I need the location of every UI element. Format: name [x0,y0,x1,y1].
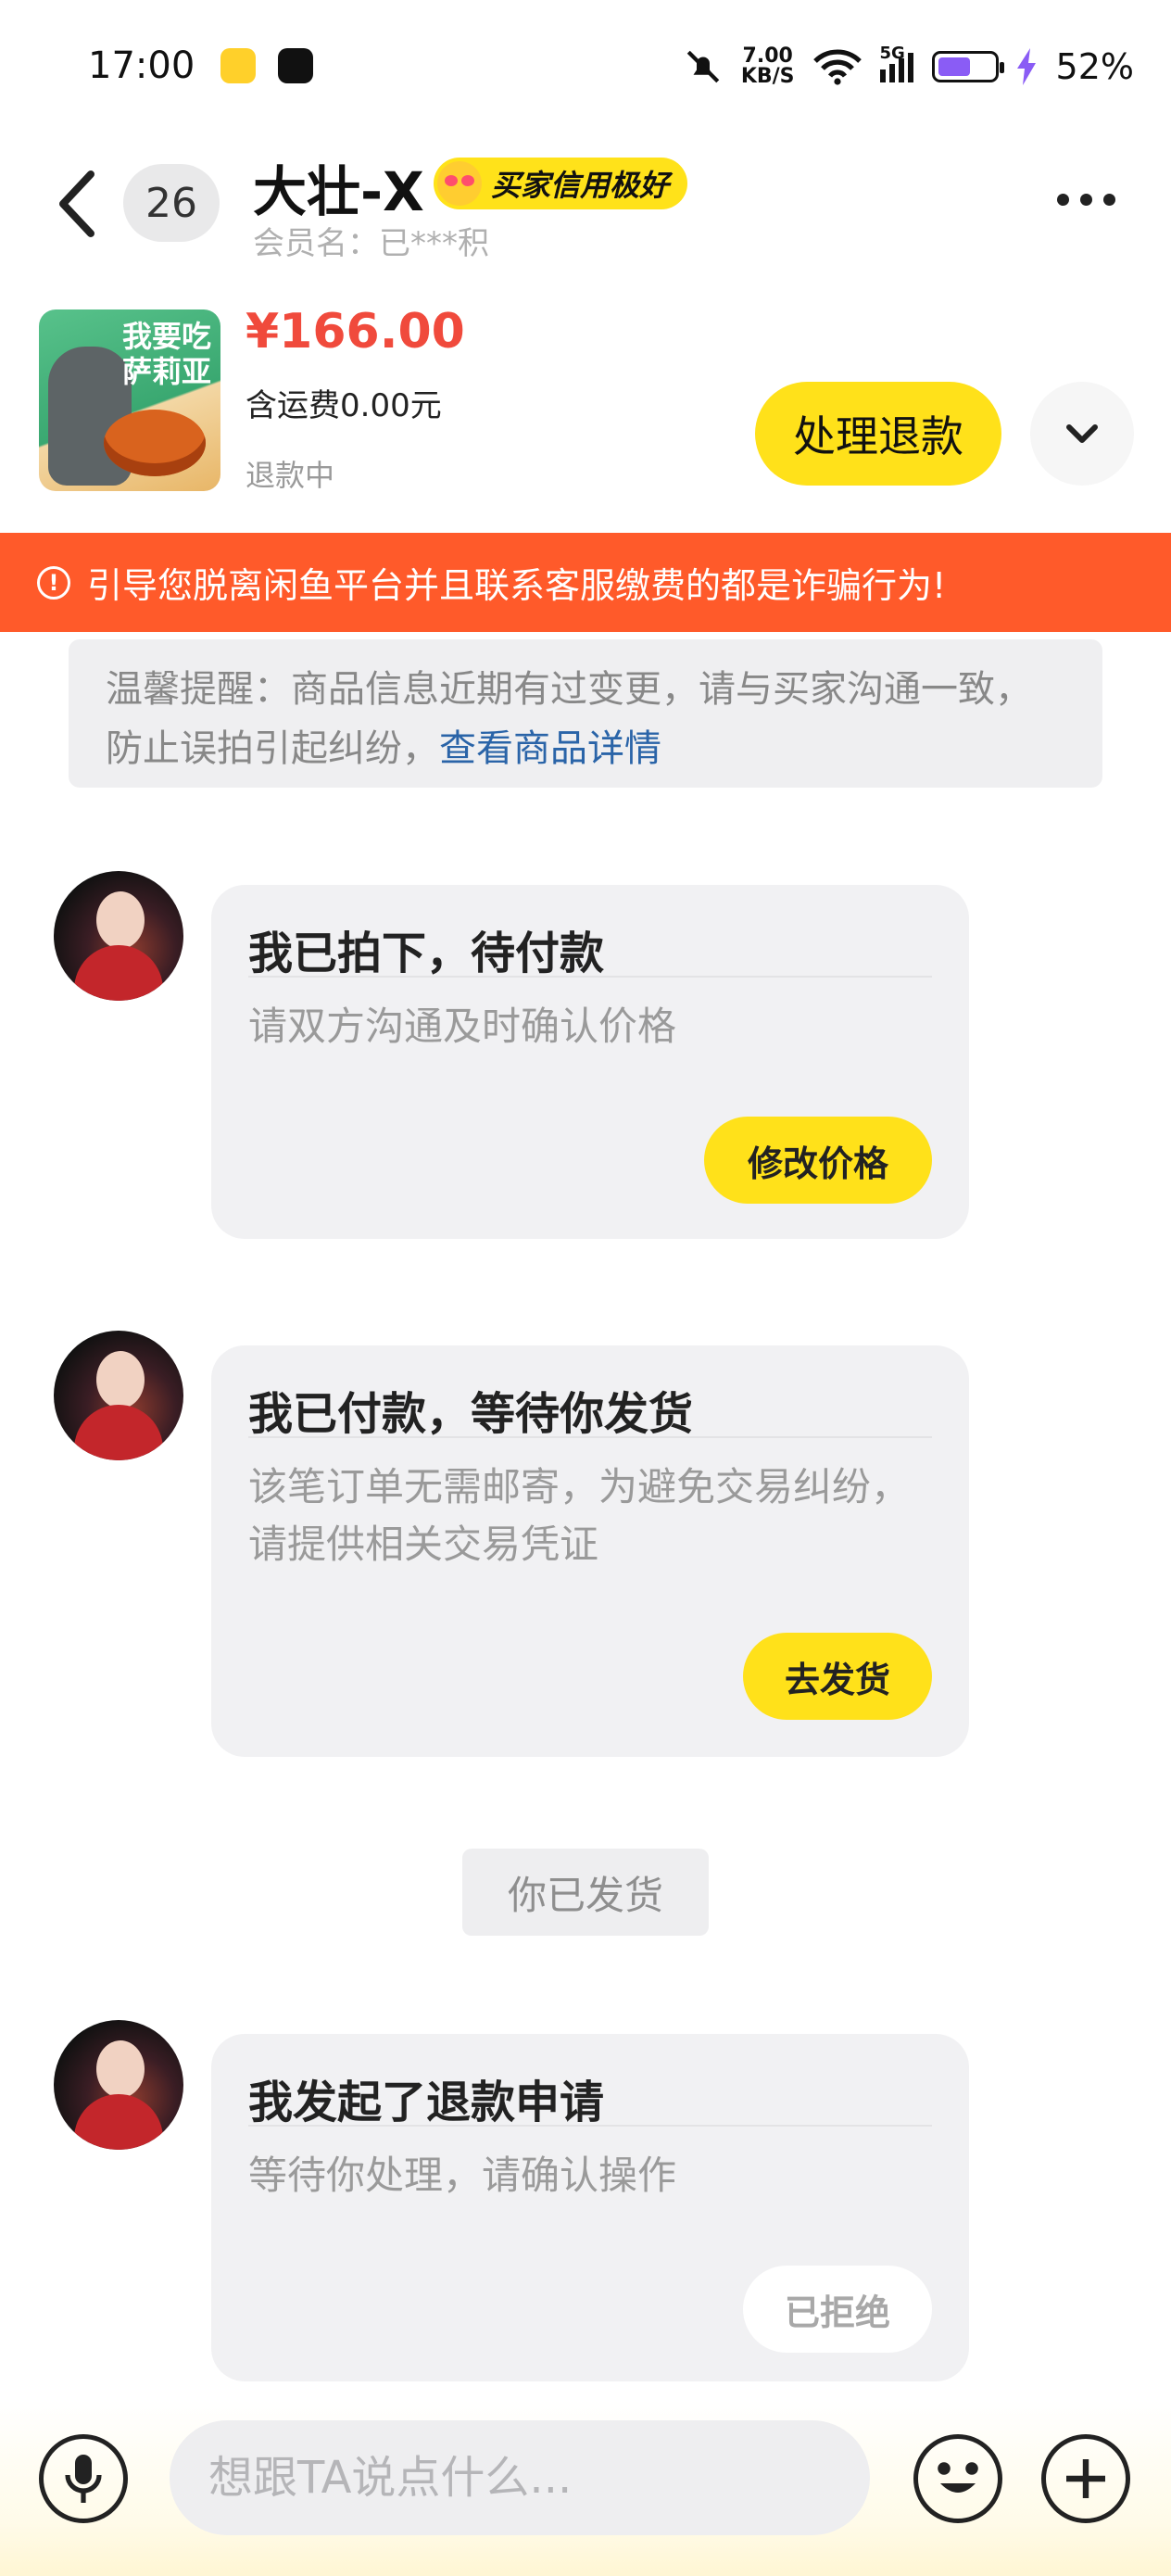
message-title: 我已拍下，待付款 [248,885,932,979]
message-input[interactable] [170,2420,870,2535]
chat-user-name[interactable]: 大壮-X [253,148,424,226]
dot [1056,193,1069,206]
message-description: 请双方沟通及时确认价格 [248,1004,677,1049]
charging-icon [1016,48,1036,85]
ship-goods-button[interactable]: 去发货 [743,1633,932,1720]
tip-notice: 温馨提醒：商品信息近期有过变更，请与买家沟通一致，防止误拍引起纠纷，查看商品详情 [69,639,1102,788]
status-indicators: 7.00 KB/S 5G 52% [684,44,1134,87]
alert-icon: ! [37,565,70,600]
credit-badge: 买家信用极好 [434,158,688,209]
mute-bell-icon [686,50,720,83]
dot [1102,193,1115,206]
plus-icon [1066,2459,1105,2498]
battery-percent: 52% [1055,46,1134,87]
pet-app-icon [220,48,256,83]
message-card: 我已拍下，待付款 请双方沟通及时确认价格 修改价格 [211,885,969,1239]
douyin-app-icon [278,48,313,83]
dot [1079,193,1092,206]
thumbnail-caption-line1: 我要吃 [121,319,211,354]
fraud-warning-banner: ! 引导您脱离闲鱼平台并且联系客服缴费的都是诈骗行为! [0,533,1171,632]
net-speed-unit: KB/S [740,65,795,88]
smiley-icon [938,2462,978,2493]
system-note: 你已发货 [462,1849,709,1936]
signal-icon: 5G [879,44,913,82]
message-title: 我发起了退款申请 [248,2034,932,2128]
member-name: 会员名：已***积 [253,225,489,262]
wifi-icon [812,49,862,85]
message-card: 我发起了退款申请 等待你处理，请确认操作 已拒绝 [211,2034,969,2381]
back-button[interactable] [54,167,100,241]
message-title: 我已付款，等待你发货 [248,1345,932,1440]
chevron-left-icon [59,170,94,237]
signal-label: 5G [879,44,905,63]
chevron-down-icon [1066,424,1098,443]
modify-price-button[interactable]: 修改价格 [704,1117,932,1204]
voice-input-button[interactable] [39,2434,128,2523]
microphone-icon [65,2455,102,2503]
rejected-button: 已拒绝 [743,2266,932,2353]
more-options-button[interactable] [1049,185,1123,213]
net-speed-value: 7.00 [742,44,793,68]
thumbnail-caption: 我要吃 萨莉亚 [122,319,211,389]
avatar[interactable] [54,871,183,1001]
heart-eyes-emoji-icon [437,161,482,206]
avatar[interactable] [54,2020,183,2150]
net-speed: 7.00 KB/S [741,46,795,87]
message-description: 该笔订单无需邮寄，为避免交易纠纷，请提供相关交易凭证 [248,1464,911,1567]
process-refund-button[interactable]: 处理退款 [755,382,1001,486]
view-product-details-link[interactable]: 查看商品详情 [439,727,661,770]
credit-badge-label: 买家信用极好 [491,168,670,203]
expand-button[interactable] [1030,382,1134,486]
message-description: 等待你处理，请确认操作 [248,2153,677,2198]
battery-icon [931,51,1004,82]
order-status: 退款中 [246,458,335,493]
product-thumbnail[interactable]: 我要吃 萨莉亚 [39,309,220,491]
warning-text: 引导您脱离闲鱼平台并且联系客服缴费的都是诈骗行为! [87,565,947,606]
more-actions-button[interactable] [1041,2434,1130,2523]
unread-count-badge: 26 [123,164,220,242]
product-price: ¥166.00 [246,304,465,360]
food-illustration [104,410,206,476]
emoji-button[interactable] [913,2434,1002,2523]
avatar[interactable] [54,1331,183,1460]
status-time: 17:00 [88,44,195,87]
shipping-info: 含运费0.00元 [246,387,442,424]
message-card: 我已付款，等待你发货 该笔订单无需邮寄，为避免交易纠纷，请提供相关交易凭证 去发… [211,1345,969,1757]
thumbnail-caption-line2: 萨莉亚 [121,354,211,389]
